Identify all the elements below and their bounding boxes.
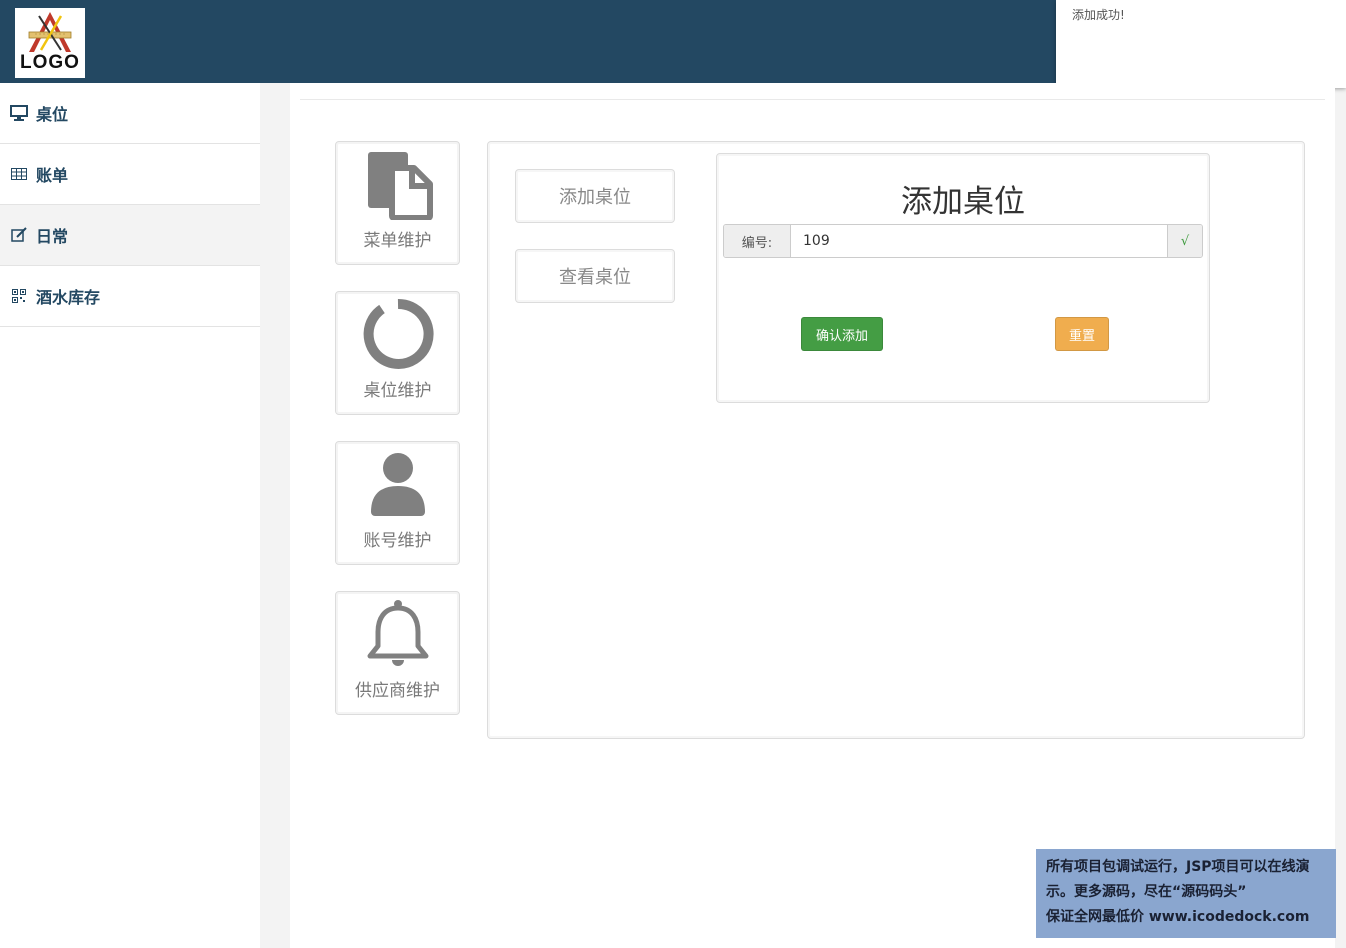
sidebar-item-label: 日常 bbox=[36, 227, 69, 246]
add-table-nav-button[interactable]: 添加桌位 bbox=[515, 169, 675, 223]
sidebar-item-label: 酒水库存 bbox=[36, 288, 101, 307]
number-input-group: 编号: √ bbox=[723, 224, 1203, 258]
valid-check-icon: √ bbox=[1167, 225, 1202, 257]
qrcode-icon bbox=[10, 287, 28, 305]
tile-supplier-maintenance[interactable]: 供应商维护 bbox=[335, 591, 460, 715]
sidebar-item-daily[interactable]: 日常 bbox=[0, 205, 260, 266]
main-content: 菜单维护 桌位维护 账号维护 供应商维护 添加桌位 查看桌位 添加桌位 编号: bbox=[290, 83, 1335, 948]
divider bbox=[300, 99, 1325, 100]
view-tables-nav-button[interactable]: 查看桌位 bbox=[515, 249, 675, 303]
watermark-line: 保证全网最低价 www.icodedock.com bbox=[1046, 909, 1310, 925]
number-label: 编号: bbox=[724, 225, 791, 257]
table-icon bbox=[10, 165, 28, 183]
monitor-icon bbox=[10, 104, 28, 122]
sidebar: 桌位 账单 日常 酒水库存 bbox=[0, 83, 260, 948]
user-icon bbox=[370, 453, 425, 516]
form-title: 添加桌位 bbox=[901, 184, 1025, 220]
number-input[interactable] bbox=[791, 225, 1167, 257]
logo-text: LOGO bbox=[20, 52, 80, 73]
toast-message: 添加成功! bbox=[1072, 8, 1125, 22]
sidebar-item-drinks-stock[interactable]: 酒水库存 bbox=[0, 266, 260, 327]
success-toast: 添加成功! bbox=[1056, 0, 1346, 88]
content-panel: 添加桌位 查看桌位 添加桌位 编号: √ 确认添加 重置 bbox=[487, 141, 1305, 739]
logo[interactable]: LOGO bbox=[15, 8, 85, 78]
tile-label: 桌位维护 bbox=[363, 381, 432, 401]
watermark-line: 示。更多源码，尽在“源码码头” bbox=[1046, 884, 1247, 900]
sidebar-item-label: 账单 bbox=[36, 166, 69, 185]
tile-account-maintenance[interactable]: 账号维护 bbox=[335, 441, 460, 565]
confirm-add-button[interactable]: 确认添加 bbox=[801, 317, 883, 351]
sidebar-item-tables[interactable]: 桌位 bbox=[0, 83, 260, 144]
edit-icon bbox=[10, 226, 28, 244]
tile-label: 供应商维护 bbox=[355, 681, 440, 701]
sidebar-item-label: 桌位 bbox=[36, 105, 69, 124]
file-copy-icon bbox=[367, 152, 433, 220]
add-table-form: 添加桌位 编号: √ 确认添加 重置 bbox=[716, 153, 1210, 403]
watermark-line: 所有项目包调试运行，JSP项目可以在线演 bbox=[1046, 859, 1310, 875]
logo-compass-icon bbox=[28, 12, 72, 52]
ring-icon bbox=[363, 298, 434, 369]
bell-icon bbox=[367, 600, 428, 666]
tile-label: 账号维护 bbox=[363, 531, 432, 551]
tile-menu-maintenance[interactable]: 菜单维护 bbox=[335, 141, 460, 265]
tile-label: 菜单维护 bbox=[363, 231, 432, 251]
watermark-banner: 所有项目包调试运行，JSP项目可以在线演 示。更多源码，尽在“源码码头” 保证全… bbox=[1036, 849, 1336, 938]
tile-table-maintenance[interactable]: 桌位维护 bbox=[335, 291, 460, 415]
sidebar-item-bills[interactable]: 账单 bbox=[0, 144, 260, 205]
reset-button[interactable]: 重置 bbox=[1055, 317, 1109, 351]
